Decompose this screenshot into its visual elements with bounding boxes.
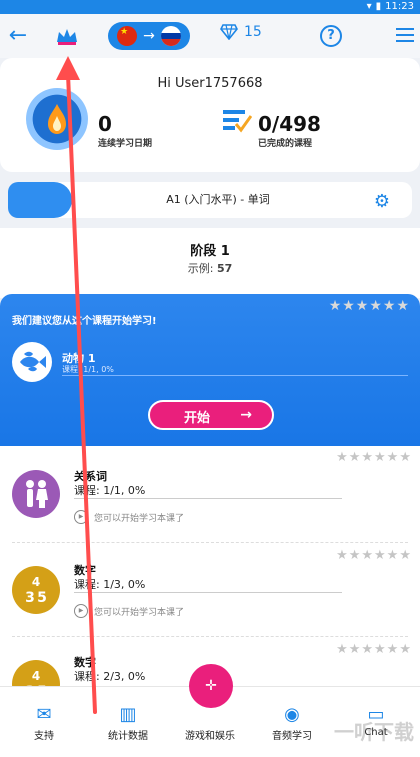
lessons-label: 已完成的课程 — [258, 139, 313, 149]
flame-icon — [26, 88, 88, 150]
recommend-card: ★★★★★★ 我们建议您从这个课程开始学习! 动物 1 课程: 1/1, 0% … — [0, 294, 420, 446]
list-item[interactable]: ★★★★★★ 4 3 5 数字 课程: 1/3, 0% ▶ 您可以开始学习本课了 — [0, 544, 420, 640]
lesson-progress: 课程: 1/3, 0% — [74, 578, 146, 591]
numbers-icon: 4 3 5 — [12, 660, 60, 686]
sample-value: 57 — [216, 262, 233, 275]
svg-text:3: 3 — [25, 590, 35, 606]
svg-text:4: 4 — [32, 669, 40, 683]
nav-games-label: 游戏和娱乐 — [185, 731, 235, 742]
recommend-hint: 我们建议您从这个课程开始学习! — [12, 316, 157, 327]
profile-card: Hi User1757668 0 连续学习日期 0/498 已完成的课程 — [0, 58, 420, 172]
wifi-icon: ▾ — [366, 1, 372, 12]
lesson-note: ▶ 您可以开始学习本课了 — [74, 604, 184, 618]
arrow-right-icon: → — [143, 28, 155, 44]
lesson-note: ▶ 您可以开始学习本课了 — [74, 510, 184, 524]
lesson-list: ★★★★★★ 关系词 课程: 1/1, 0% ▶ 您可以开始学习本课了 ★★★★… — [0, 446, 420, 686]
gem-count: 15 — [244, 24, 262, 40]
checklist-icon — [223, 110, 252, 133]
progress-bar — [74, 592, 342, 593]
chart-icon: ▥ — [119, 704, 137, 725]
nav-support[interactable]: ✉ 支持 — [2, 703, 86, 742]
level-selector[interactable]: A1 (入门水平) - 单词 ⚙ — [8, 182, 412, 218]
stage-title: 阶段 1 — [190, 244, 230, 259]
note-text: 您可以开始学习本课了 — [94, 513, 185, 524]
watermark: 一听下载 — [334, 720, 414, 744]
star-rating: ★★★★★★ — [328, 298, 410, 314]
games-button[interactable]: ✛ — [189, 664, 233, 708]
start-label: 开始 — [184, 411, 211, 426]
crown-icon[interactable] — [55, 26, 79, 46]
star-rating: ★★★★★★ — [336, 450, 412, 465]
nav-stats[interactable]: ▥ 统计数据 — [86, 703, 170, 742]
progress-bar — [74, 498, 342, 499]
lesson-progress: 课程: 1/1, 0% — [62, 365, 114, 374]
start-button[interactable]: 开始 → — [148, 400, 274, 430]
lesson-progress: 课程: 1/1, 0% — [74, 484, 146, 497]
svg-text:5: 5 — [37, 590, 47, 606]
numbers-icon: 4 3 5 — [12, 566, 60, 614]
nav-games[interactable]: 游戏和娱乐 — [168, 703, 252, 742]
lesson-progress: 课程: 2/3, 0% — [74, 670, 146, 683]
menu-icon[interactable] — [396, 28, 414, 44]
streak-value: 0 — [98, 112, 112, 136]
sample-label: 示例: — [187, 262, 214, 275]
level-pill — [8, 182, 72, 218]
nav-audio[interactable]: ◉ 音频学习 — [250, 703, 334, 742]
audio-learning-icon: ◉ — [284, 704, 300, 725]
cn-flag-icon — [117, 26, 138, 46]
gem-counter[interactable]: 15 — [220, 24, 262, 40]
divider — [12, 636, 408, 637]
people-icon — [12, 470, 60, 518]
streak-stat: 0 连续学习日期 — [98, 112, 152, 149]
star-rating: ★★★★★★ — [336, 548, 412, 563]
stage-sample: 示例: 57 — [0, 260, 420, 276]
lessons-value: 0/498 — [258, 112, 321, 136]
mail-icon: ✉ — [36, 704, 52, 725]
lessons-stat: 0/498 已完成的课程 — [258, 112, 321, 149]
fish-icon — [12, 342, 52, 382]
nav-support-label: 支持 — [34, 731, 54, 742]
play-icon: ▶ — [74, 510, 88, 524]
back-button[interactable]: ← — [6, 22, 30, 50]
stage-header: 阶段 1 示例: 57 — [0, 228, 420, 298]
diamond-icon — [220, 24, 238, 40]
progress-bar — [62, 375, 408, 376]
streak-label: 连续学习日期 — [98, 139, 153, 149]
language-switch[interactable]: → — [108, 22, 190, 50]
svg-text:4: 4 — [32, 575, 40, 589]
battery-icon: ▮ — [375, 1, 382, 12]
star-rating: ★★★★★★ — [336, 642, 412, 657]
top-bar: ← → 15 ? — [0, 14, 420, 58]
nav-stats-label: 统计数据 — [108, 731, 148, 742]
clock: 11:23 — [385, 1, 414, 12]
list-item[interactable]: ★★★★★★ 关系词 课程: 1/1, 0% ▶ 您可以开始学习本课了 — [0, 446, 420, 542]
play-icon: ▶ — [74, 604, 88, 618]
note-text: 您可以开始学习本课了 — [94, 607, 185, 618]
arrow-right-icon: → — [240, 407, 252, 423]
nav-audio-label: 音频学习 — [272, 731, 312, 742]
divider — [12, 542, 408, 543]
gamepad-icon: ✛ — [205, 678, 217, 694]
help-button[interactable]: ? — [320, 25, 342, 47]
level-label: A1 (入门水平) - 单词 — [166, 193, 270, 206]
ru-flag-icon — [160, 26, 181, 46]
gear-icon[interactable]: ⚙ — [374, 191, 390, 212]
status-bar: ▾ ▮ 11:23 — [0, 0, 420, 14]
